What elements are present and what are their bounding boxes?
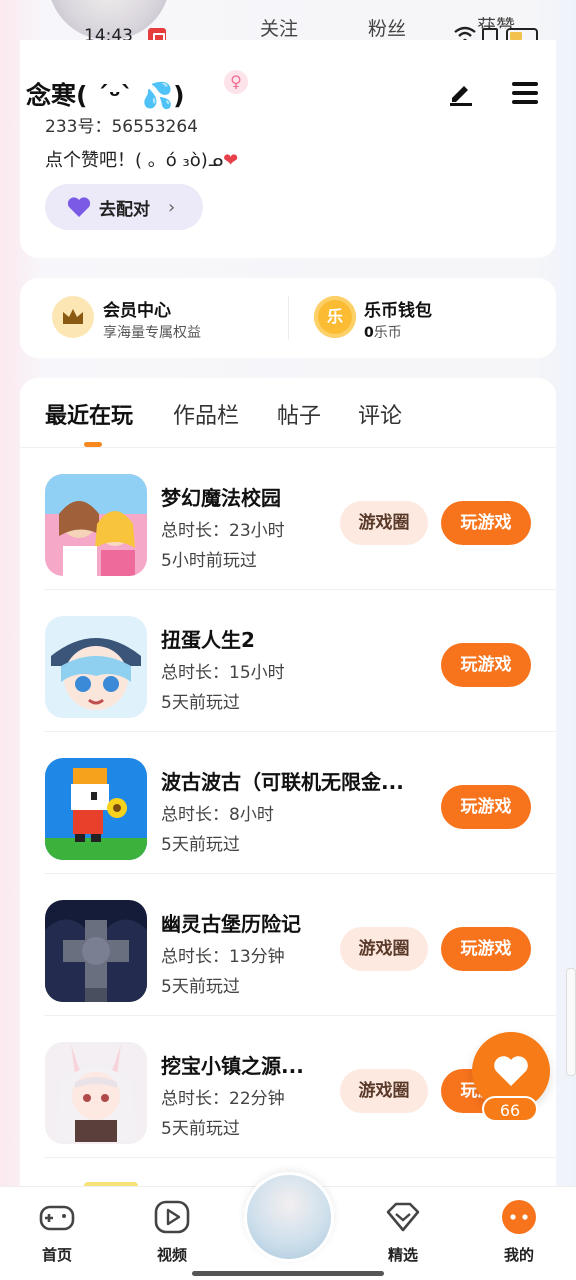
nav-video[interactable]: 视频 — [142, 1198, 202, 1265]
divider — [288, 296, 289, 340]
coin-icon[interactable]: 乐 — [314, 296, 356, 338]
pair-button[interactable]: 去配对 › — [45, 184, 203, 230]
treasure-town-icon[interactable] — [45, 1042, 147, 1144]
game-last-played: 5天前玩过 — [161, 977, 240, 997]
heart-icon — [494, 1056, 528, 1086]
pogo-icon[interactable] — [45, 758, 147, 860]
nav-home[interactable]: 首页 — [27, 1198, 87, 1265]
game-circle-button[interactable]: 游戏圈 — [340, 501, 428, 545]
nav-mine[interactable]: 我的 — [489, 1198, 549, 1265]
vip-center-title[interactable]: 会员中心 — [103, 296, 171, 321]
wallet-title[interactable]: 乐币钱包 — [364, 296, 432, 321]
game-name: 梦幻魔法校园 — [161, 486, 281, 510]
game-playtime: 总时长：22分钟 — [161, 1089, 285, 1109]
diamond-icon — [386, 1202, 420, 1232]
magic-school-icon[interactable] — [45, 474, 147, 576]
edit-icon[interactable] — [448, 80, 474, 106]
game-name: 挖宝小镇之源... — [161, 1054, 304, 1078]
like-count: 66 — [482, 1096, 538, 1122]
bio-text: 点个赞吧！( 。ó ₃ò)ᓄ — [45, 150, 224, 171]
vip-center-subtitle: 享海量专属权益 — [103, 325, 201, 341]
game-last-played: 5天前玩过 — [161, 1119, 240, 1139]
game-name: 波古波古（可联机无限金... — [161, 770, 404, 794]
nav-video-label: 视频 — [156, 1246, 187, 1264]
game-playtime: 总时长：23小时 — [161, 521, 285, 541]
game-circle-button[interactable]: 游戏圈 — [340, 927, 428, 971]
gacha-life-icon[interactable] — [45, 616, 147, 718]
profile-face-icon — [502, 1200, 536, 1234]
tab-posts[interactable]: 帖子 — [277, 398, 321, 430]
tab-works[interactable]: 作品栏 — [173, 398, 239, 430]
nav-center-avatar[interactable] — [244, 1172, 334, 1262]
game-last-played: 5天前玩过 — [161, 693, 240, 713]
game-last-played: 5天前玩过 — [161, 835, 240, 855]
play-game-button[interactable]: 玩游戏 — [441, 643, 531, 687]
user-id: 233号：56553264 — [45, 117, 198, 137]
user-bio: 点个赞吧！( 。ó ₃ò)ᓄ❤ — [45, 146, 238, 172]
row-divider — [44, 1157, 556, 1158]
game-playtime: 总时长：13分钟 — [161, 947, 285, 967]
username: 念寒( ´ᵕ` 💦) — [26, 81, 185, 110]
menu-icon[interactable] — [512, 82, 538, 104]
wallet-count: 0 — [364, 325, 374, 341]
tab-comments[interactable]: 评论 — [358, 398, 402, 430]
home-indicator[interactable] — [192, 1271, 384, 1276]
heart-emoji: ❤ — [223, 150, 239, 171]
game-name: 幽灵古堡历险记 — [161, 912, 301, 936]
game-playtime: 总时长：15小时 — [161, 663, 285, 683]
wallet-unit: 乐币 — [373, 325, 402, 341]
game-name: 扭蛋人生2 — [161, 628, 255, 652]
wallet-balance: 0乐币 — [364, 322, 402, 342]
ghost-castle-icon[interactable] — [45, 900, 147, 1002]
nav-home-label: 首页 — [41, 1246, 72, 1264]
play-game-button[interactable]: 玩游戏 — [441, 927, 531, 971]
game-row[interactable]: 梦幻魔法校园 总时长：23小时 5小时前玩过 游戏圈 玩游戏 — [20, 448, 556, 590]
female-icon: ♀ — [224, 70, 248, 94]
game-circle-button[interactable]: 游戏圈 — [340, 1069, 428, 1113]
play-game-button[interactable]: 玩游戏 — [441, 785, 531, 829]
gamepad-icon — [39, 1205, 75, 1231]
game-row[interactable]: 幽灵古堡历险记 总时长：13分钟 5天前玩过 游戏圈 玩游戏 — [20, 874, 556, 1016]
followers-label[interactable]: 粉丝 — [368, 14, 406, 41]
nav-mine-label: 我的 — [503, 1246, 534, 1264]
game-playtime: 总时长：8小时 — [161, 805, 274, 825]
nav-featured-label: 精选 — [387, 1246, 418, 1264]
game-last-played: 5小时前玩过 — [161, 551, 257, 571]
play-game-button[interactable]: 玩游戏 — [441, 501, 531, 545]
scrollbar[interactable] — [566, 968, 576, 1076]
game-row[interactable]: 扭蛋人生2 总时长：15小时 5天前玩过 玩游戏 — [20, 590, 556, 732]
chevron-right-icon: › — [168, 196, 176, 218]
pair-button-label: 去配对 — [99, 199, 150, 220]
video-icon — [154, 1200, 190, 1234]
purple-heart-icon — [67, 197, 91, 217]
nav-featured[interactable]: 精选 — [373, 1198, 433, 1265]
following-label[interactable]: 关注 — [260, 14, 298, 41]
game-row[interactable]: 波古波古（可联机无限金... 总时长：8小时 5天前玩过 玩游戏 — [20, 732, 556, 874]
tab-recent[interactable]: 最近在玩 — [45, 398, 133, 430]
crown-icon[interactable] — [52, 296, 94, 338]
